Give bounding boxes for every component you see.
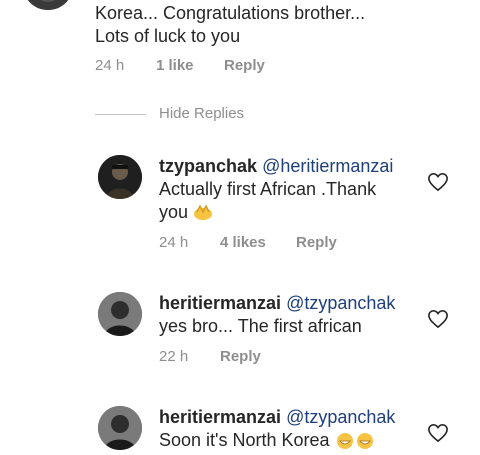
username[interactable]: tzypanchak [159, 156, 257, 176]
timestamp: 22 h [159, 348, 189, 365]
heart-outline-icon[interactable] [427, 423, 449, 443]
grinning-emoji [335, 431, 355, 449]
mention-link[interactable]: @tzypanchak [286, 407, 395, 427]
divider [95, 114, 146, 115]
reply-text: heritiermanzai @tzypanchak yes bro... Th… [159, 293, 396, 336]
reply-button[interactable]: Reply [220, 348, 261, 365]
heart-outline-icon[interactable] [427, 309, 449, 329]
timestamp: 24 h [159, 234, 189, 251]
username[interactable]: heritiermanzai [159, 407, 281, 427]
hide-replies-button[interactable]: Hide Replies [159, 105, 244, 122]
avatar[interactable] [98, 292, 142, 336]
timestamp: 24 h [95, 57, 125, 74]
heart-outline-icon[interactable] [427, 172, 449, 192]
clapping-hands-emoji [193, 203, 213, 221]
comment-text: Korea... Congratulations brother... Lots… [95, 3, 366, 46]
avatar[interactable] [98, 155, 142, 199]
likes-count[interactable]: 1 like [156, 57, 194, 74]
reply-button[interactable]: Reply [296, 234, 337, 251]
avatar[interactable] [24, 0, 72, 10]
reply-text: tzypanchak @heritiermanzai Actually firs… [159, 156, 394, 222]
reply-text: heritiermanzai @tzypanchak Soon it's Nor… [159, 407, 396, 450]
username[interactable]: heritiermanzai [159, 293, 281, 313]
reply-meta: 22 h Reply [159, 348, 419, 368]
reply-meta: 24 h 4 likes Reply [159, 234, 419, 254]
reply-button[interactable]: Reply [224, 57, 265, 74]
mention-link[interactable]: @tzypanchak [286, 293, 395, 313]
avatar[interactable] [98, 406, 142, 450]
comment-meta: 24 h 1 like Reply [95, 57, 475, 77]
likes-count[interactable]: 4 likes [220, 234, 266, 251]
mention-link[interactable]: @heritiermanzai [262, 156, 393, 176]
grinning-emoji [355, 431, 375, 449]
